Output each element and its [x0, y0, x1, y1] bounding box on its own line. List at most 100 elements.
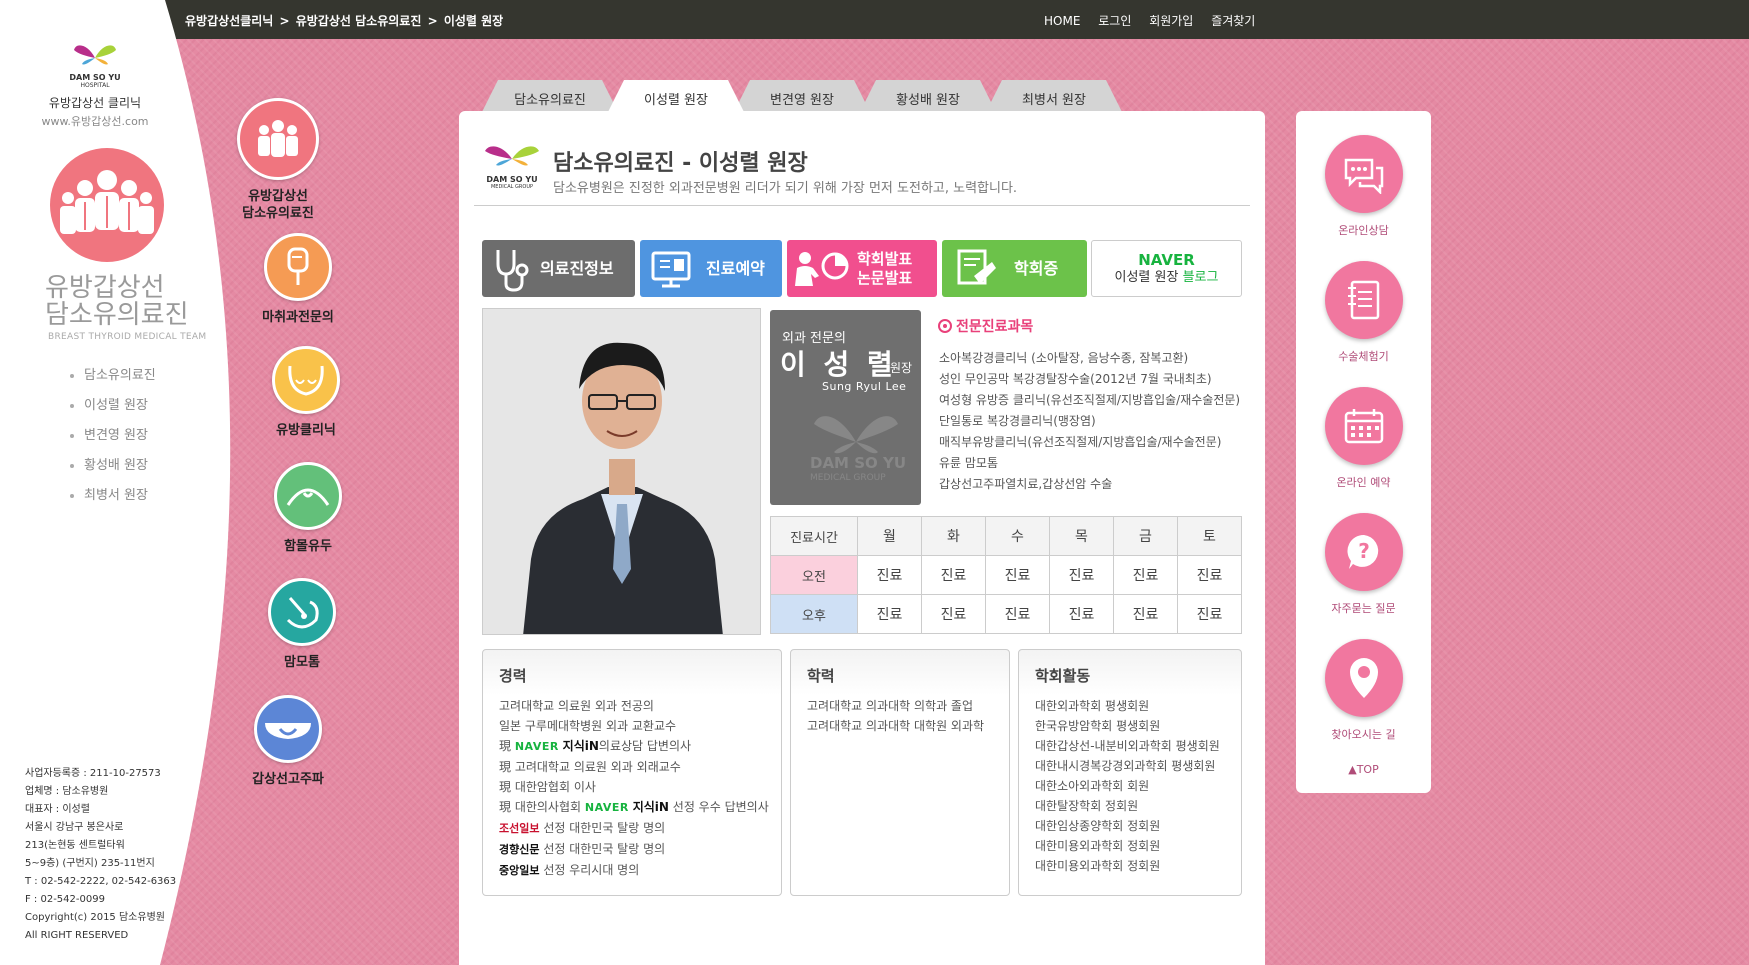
society-title: 학회활동 — [1035, 667, 1091, 685]
tab-choi[interactable]: 최병서 원장 — [986, 80, 1122, 112]
presentation-icon — [795, 251, 849, 286]
location-pin-icon — [1324, 639, 1403, 717]
left-menu-label: 변견영 원장 — [84, 428, 148, 443]
reservation-button[interactable]: 진료예약 — [640, 240, 782, 297]
schedule-cell: 진료 — [857, 555, 922, 595]
bookmark-link[interactable]: 즐겨찾기 — [1211, 14, 1255, 28]
butterfly-logo-icon — [74, 45, 116, 65]
left-menu-item-hwang[interactable]: 황성배 원장 — [70, 456, 156, 486]
breadcrumb-item[interactable]: 유방갑상선 담소유의료진 — [296, 14, 422, 28]
thyroid-icon — [254, 695, 322, 763]
tab-team[interactable]: 담소유의료진 — [482, 80, 618, 112]
schedule-cell: 진료 — [1177, 594, 1242, 634]
quick-label: 온라인상담 — [1338, 224, 1389, 237]
team-title: 유방갑상선 담소유의료진 — [45, 275, 189, 329]
page-title: 담소유의료진 - 이성렬 원장 — [553, 151, 808, 176]
career-item: 중앙일보 선정 우리시대 명의 — [499, 863, 640, 877]
left-menu-item-team[interactable]: 담소유의료진 — [70, 366, 156, 396]
left-menu-item-lee[interactable]: 이성렬 원장 — [70, 396, 156, 426]
category-thyroid[interactable]: 갑상선고주파 — [238, 695, 338, 788]
tab-hwang[interactable]: 황성배 원장 — [860, 80, 996, 112]
breadcrumb-item[interactable]: 이성렬 원장 — [444, 14, 503, 28]
naver-logo: NAVER — [1138, 250, 1195, 269]
signup-link[interactable]: 회원가입 — [1149, 14, 1193, 28]
logo-url: www.유방갑상선.com — [41, 115, 149, 128]
quick-label: 찾아오시는 길 — [1331, 728, 1396, 741]
calendar-icon — [1324, 387, 1403, 465]
quick-surgery-review[interactable]: 수술체험기 — [1296, 261, 1431, 364]
schedule-row-label: 오후 — [770, 594, 858, 634]
left-menu-label: 황성배 원장 — [84, 458, 148, 473]
society-item: 대한임상종양학회 정회원 — [1035, 819, 1161, 833]
schedule-header-cell: 금 — [1113, 516, 1178, 556]
certificate-icon — [957, 249, 996, 284]
tab-label: 황성배 원장 — [896, 93, 960, 108]
quick-label: 온라인 예약 — [1336, 476, 1391, 489]
doctor-photo — [482, 308, 761, 635]
quick-online-reservation[interactable]: 온라인 예약 — [1296, 387, 1431, 490]
career-title: 경력 — [499, 667, 527, 685]
header-logo: DAM SO YU MEDICAL GROUP — [483, 143, 541, 190]
category-mammotome[interactable]: 맘모톰 — [252, 578, 352, 671]
back-to-top-link[interactable]: ▲TOP — [1296, 763, 1431, 776]
doctor-name-english: Sung Ryul Lee — [822, 380, 907, 393]
company-line: 대표자 : 이성렬 — [25, 804, 90, 815]
career-item: 現 대한암협회 이사 — [499, 780, 596, 794]
society-item: 한국유방암학회 평생회원 — [1035, 719, 1161, 733]
career-item: 일본 구루메대학병원 외과 교환교수 — [499, 719, 677, 733]
svg-text:?: ? — [1358, 539, 1370, 563]
category-team[interactable]: 유방갑상선 담소유의료진 — [228, 98, 328, 222]
schedule-header-cell: 진료시간 — [770, 516, 858, 556]
company-line: 사업자등록증 : 211-10-27573 — [25, 768, 161, 779]
specialty-item: 성인 무인공막 복강경탈장수술(2012년 7월 국내최초) — [939, 372, 1212, 386]
chosun-logo: 조선일보 — [499, 822, 540, 835]
joongang-logo: 중앙일보 — [499, 864, 540, 877]
stethoscope-icon — [496, 249, 529, 292]
schedule-row-label: 오전 — [770, 555, 858, 595]
tab-lee[interactable]: 이성렬 원장 — [608, 80, 744, 112]
tab-byeon[interactable]: 변견영 원장 — [734, 80, 870, 112]
schedule-header-cell: 토 — [1177, 516, 1242, 556]
specialty-item: 소아복강경클리닉 (소아탈장, 음낭수종, 잠복고환) — [939, 351, 1189, 365]
quick-faq[interactable]: ? 자주묻는 질문 — [1296, 513, 1431, 616]
schedule-cell: 진료 — [1049, 555, 1114, 595]
header-logo-subtext: MEDICAL GROUP — [490, 184, 534, 190]
doctor-name-card: DAM SO YU MEDICAL GROUP 외과 전문의 이 성 렬 원장 … — [770, 310, 921, 505]
education-title: 학력 — [807, 667, 835, 685]
login-link[interactable]: 로그인 — [1098, 14, 1131, 28]
doctor-info-button[interactable]: 의료진정보 — [482, 240, 635, 297]
quick-online-consult[interactable]: 온라인상담 — [1296, 135, 1431, 238]
left-panel: DAM SO YU HOSPITAL 유방갑상선 클리닉 www.유방갑상선.c… — [0, 0, 260, 965]
society-item: 대한갑상선-내분비외과학회 평생회원 — [1035, 739, 1220, 753]
schedule-header-cell: 수 — [985, 516, 1050, 556]
schedule-cell: 진료 — [1049, 594, 1114, 634]
category-anesthesia[interactable]: 마취과전문의 — [248, 233, 348, 326]
jisikin-logo: 지식iN — [562, 739, 599, 753]
schedule-cell: 진료 — [921, 555, 986, 595]
category-label: 유방갑상선 담소유의료진 — [242, 189, 314, 221]
quick-directions[interactable]: 찾아오시는 길 — [1296, 639, 1431, 742]
mammotome-icon — [268, 578, 336, 646]
society-item: 대한탈장학회 정회원 — [1035, 799, 1139, 813]
hospital-logo[interactable]: DAM SO YU HOSPITAL 유방갑상선 클리닉 www.유방갑상선.c… — [40, 40, 150, 129]
team-category-icon — [237, 98, 319, 180]
category-label: 유방클리닉 — [276, 423, 336, 438]
category-nipple[interactable]: 함몰유두 — [258, 462, 358, 555]
naver-blog-button[interactable]: NAVER 이성렬 원장 블로그 — [1091, 240, 1242, 297]
left-menu-item-byeon[interactable]: 변견영 원장 — [70, 426, 156, 456]
naver-logo: NAVER — [514, 740, 559, 753]
career-item: 조선일보 선정 대한민국 탈랑 명의 — [499, 821, 666, 835]
society-box: 학회활동 대한외과학회 평생회원 한국유방암학회 평생회원 대한갑상선-내분비외… — [1018, 649, 1242, 896]
certificate-button[interactable]: 학회증 — [942, 240, 1087, 297]
paper-presentation-button[interactable]: 학회발표 논문발표 — [787, 240, 937, 297]
company-line: 서울시 강남구 봉은사로 — [25, 822, 124, 833]
doctor-name: 이 성 렬 — [780, 348, 897, 381]
home-link[interactable]: HOME — [1044, 14, 1080, 28]
specialty-list: 소아복강경클리닉 (소아탈장, 음낭수종, 잠복고환) 성인 무인공막 복강경탈… — [939, 348, 1240, 495]
education-box: 학력 고려대학교 의과대학 의학과 졸업 고려대학교 의과대학 대학원 외과학 — [790, 649, 1010, 896]
schedule-header-cell: 월 — [857, 516, 922, 556]
category-breast[interactable]: 유방클리닉 — [256, 346, 356, 439]
button-label: 학회발표 논문발표 — [857, 249, 913, 287]
left-menu-item-choi[interactable]: 최병서 원장 — [70, 486, 156, 516]
chat-bubble-icon — [1324, 135, 1403, 213]
